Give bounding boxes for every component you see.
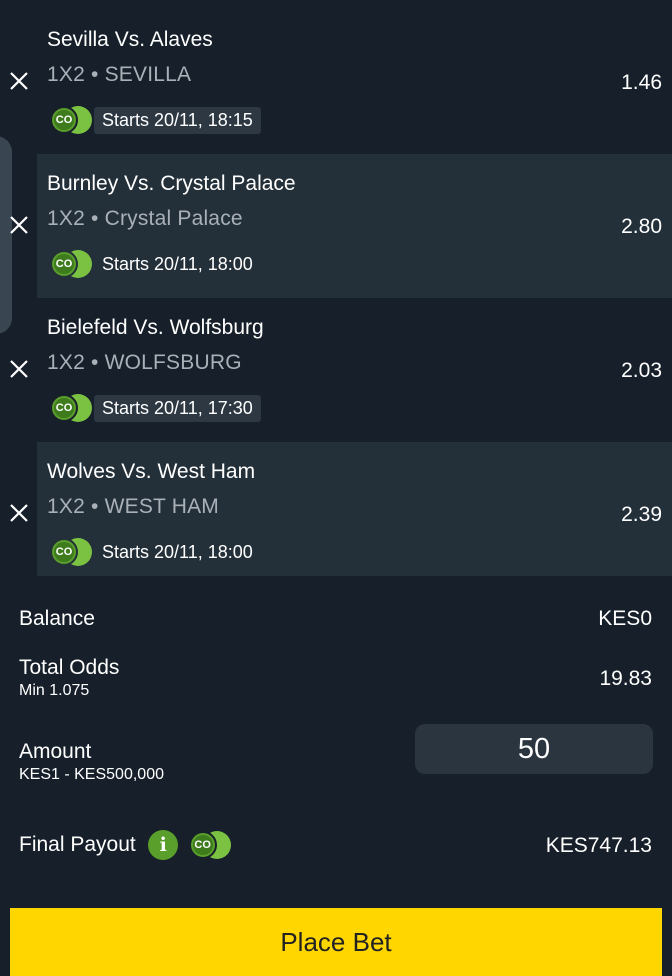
start-time-line: CO Starts 20/11, 18:00 [50, 250, 261, 278]
place-bet-button[interactable]: Place Bet [10, 908, 662, 976]
selection-odds: 2.80 [621, 215, 662, 238]
bet-item: Burnley Vs. Crystal Palace 1X2 • Crystal… [0, 154, 672, 298]
cashout-badge-icon: CO [50, 250, 92, 278]
start-time-line: CO Starts 20/11, 18:00 [50, 538, 261, 566]
start-time: Starts 20/11, 18:15 [94, 106, 261, 134]
close-icon [10, 504, 28, 522]
cashout-badge-icon: CO [50, 106, 92, 134]
selection-odds: 2.03 [621, 359, 662, 382]
remove-bet-button[interactable] [8, 502, 30, 524]
total-odds-value: 19.83 [599, 667, 652, 690]
start-time-line: CO Starts 20/11, 17:30 [50, 394, 261, 422]
final-payout-row: Final Payout i CO KES747.13 [19, 830, 652, 860]
market-selection: 1X2 • Crystal Palace [47, 207, 243, 230]
cashout-badge-icon: CO [50, 538, 92, 566]
amount-range: KES1 - KES500,000 [19, 766, 164, 783]
balance-value: KES0 [598, 607, 652, 630]
market-selection: 1X2 • WEST HAM [47, 495, 219, 518]
bet-item: Wolves Vs. West Ham 1X2 • WEST HAM 2.39 … [0, 442, 672, 576]
balance-label: Balance [19, 607, 95, 630]
cashout-badge-icon: CO [188, 831, 231, 859]
bet-item: Sevilla Vs. Alaves 1X2 • SEVILLA 1.46 CO… [0, 10, 672, 154]
start-time-line: CO Starts 20/11, 18:15 [50, 106, 261, 134]
selection-odds: 2.39 [621, 503, 662, 526]
total-odds-row: Total Odds Min 1.075 19.83 [19, 656, 652, 700]
cashout-badge-icon: CO [50, 394, 92, 422]
bet-item: Bielefeld Vs. Wolfsburg 1X2 • WOLFSBURG … [0, 298, 672, 442]
close-icon [10, 360, 28, 378]
close-icon [10, 216, 28, 234]
start-time: Starts 20/11, 18:00 [102, 253, 253, 274]
min-odds-note: Min 1.075 [19, 682, 90, 699]
start-time: Starts 20/11, 18:00 [102, 541, 253, 562]
match-title: Burnley Vs. Crystal Palace [47, 172, 296, 195]
total-odds-label: Total Odds [19, 656, 120, 679]
amount-label: Amount [19, 740, 92, 763]
start-time: Starts 20/11, 17:30 [94, 394, 261, 422]
match-title: Sevilla Vs. Alaves [47, 28, 213, 51]
market-selection: 1X2 • SEVILLA [47, 63, 192, 86]
amount-row: Amount KES1 - KES500,000 [19, 740, 164, 784]
stake-amount-input[interactable] [415, 724, 653, 774]
info-icon[interactable]: i [148, 830, 179, 860]
remove-bet-button[interactable] [8, 70, 30, 92]
final-payout-value: KES747.13 [545, 834, 652, 857]
remove-bet-button[interactable] [8, 358, 30, 380]
close-icon [10, 72, 28, 90]
remove-bet-button[interactable] [8, 214, 30, 236]
match-title: Wolves Vs. West Ham [47, 460, 256, 483]
match-title: Bielefeld Vs. Wolfsburg [47, 316, 264, 339]
selection-odds: 1.46 [621, 71, 662, 94]
market-selection: 1X2 • WOLFSBURG [47, 351, 242, 374]
final-payout-label: Final Payout [19, 833, 136, 856]
balance-row: Balance KES0 [19, 607, 652, 631]
betslip-list: Sevilla Vs. Alaves 1X2 • SEVILLA 1.46 CO… [0, 10, 672, 576]
